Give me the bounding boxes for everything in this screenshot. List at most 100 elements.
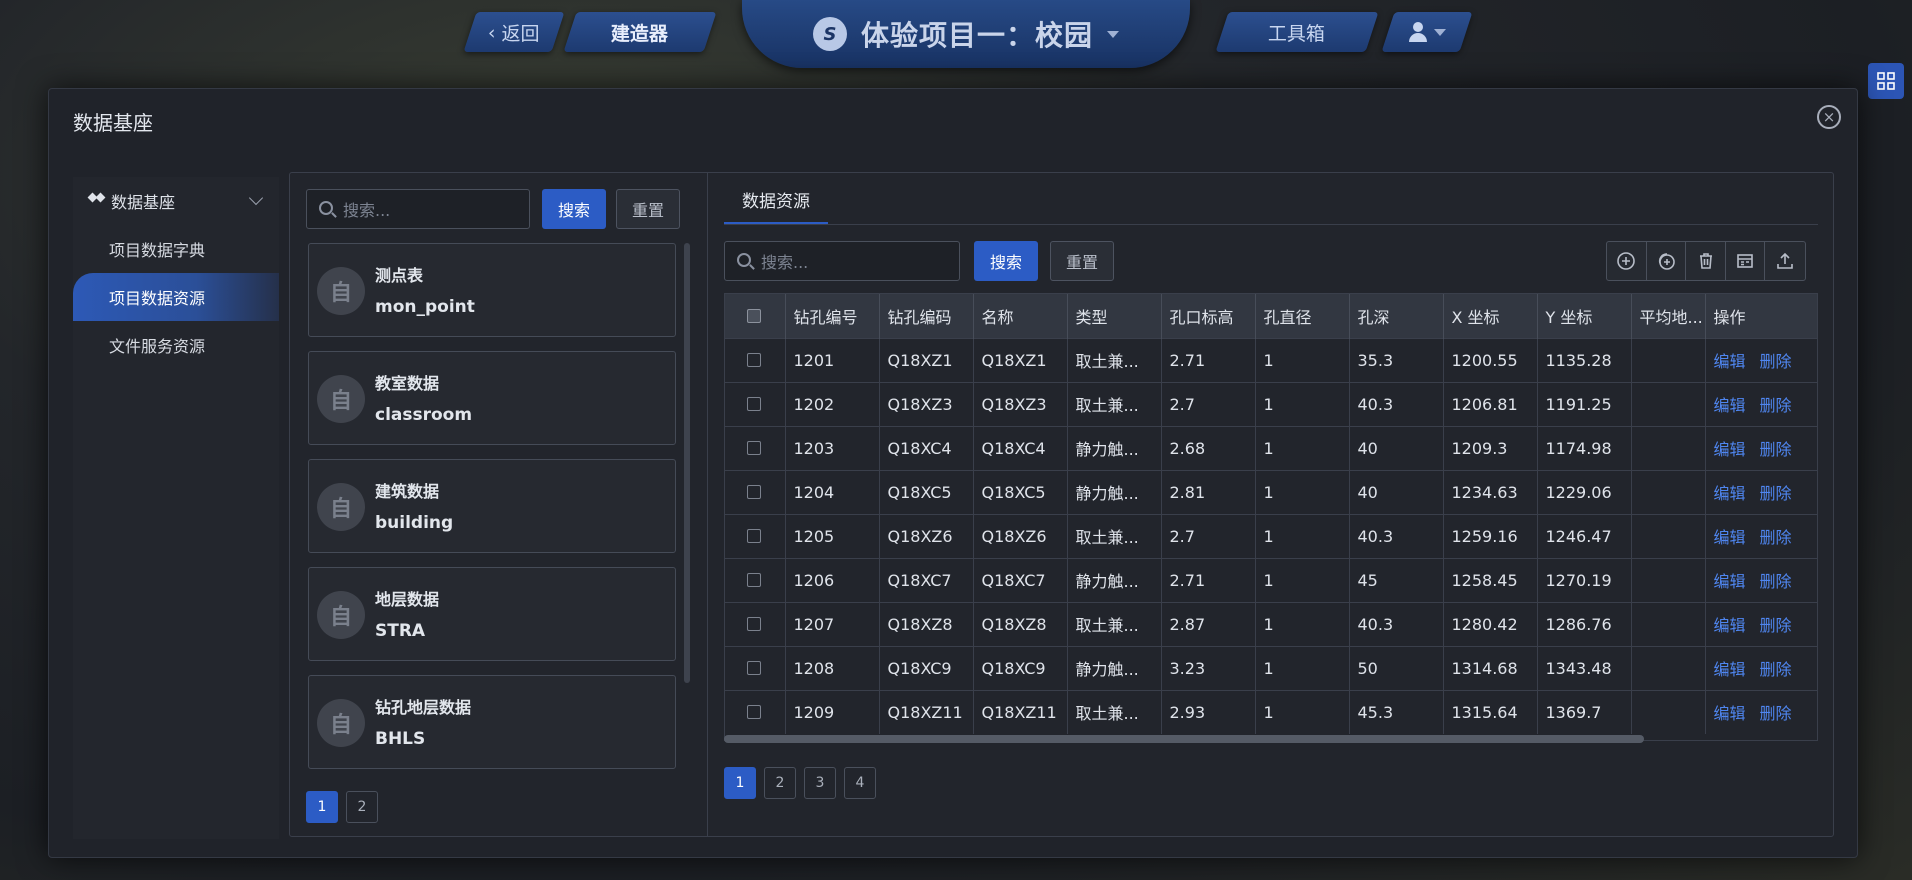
list-item[interactable]: 自 教室数据 classroom — [308, 351, 676, 445]
list-search-button[interactable]: 搜索 — [542, 189, 606, 229]
delete-link[interactable]: 删除 — [1760, 660, 1792, 679]
table-icon: 自 — [317, 267, 365, 315]
row-checkbox[interactable] — [747, 573, 761, 587]
edit-link[interactable]: 编辑 — [1714, 484, 1746, 503]
list-page-2[interactable]: 2 — [346, 791, 378, 823]
table-icon: 自 — [317, 699, 365, 747]
column-header[interactable]: Y 坐标 — [1537, 294, 1632, 338]
row-checkbox[interactable] — [747, 353, 761, 367]
row-select-cell[interactable] — [725, 557, 786, 602]
table-cell: 1191.25 — [1537, 381, 1632, 426]
row-select-cell[interactable] — [725, 337, 786, 382]
delete-link[interactable]: 删除 — [1760, 396, 1792, 415]
upload-button[interactable] — [1765, 242, 1805, 280]
table-cell: 1343.48 — [1537, 645, 1632, 690]
select-all-checkbox[interactable] — [747, 308, 761, 323]
list-item[interactable]: 自 地层数据 STRA — [308, 567, 676, 661]
layout-toggle-button[interactable] — [1868, 63, 1904, 99]
project-selector[interactable]: S 体验项目一：校园 — [742, 0, 1190, 68]
list-item[interactable]: 自 钻孔地层数据 BHLS — [308, 675, 676, 769]
sidebar-item-data-resources[interactable]: 项目数据资源 — [73, 273, 279, 321]
sidebar-item-data-dictionary[interactable]: 项目数据字典 — [73, 225, 279, 273]
toolbox-button[interactable]: 工具箱 — [1215, 12, 1379, 52]
edit-link[interactable]: 编辑 — [1714, 440, 1746, 459]
tab-data-resources[interactable]: 数据资源 — [724, 177, 828, 225]
edit-link[interactable]: 编辑 — [1714, 660, 1746, 679]
list-item[interactable]: 自 建筑数据 building — [308, 459, 676, 553]
data-search-button[interactable]: 搜索 — [974, 241, 1038, 281]
list-reset-button[interactable]: 重置 — [616, 189, 680, 229]
list-item[interactable]: 自 测点表 mon_point — [308, 243, 676, 337]
add-icon — [1617, 252, 1636, 270]
table-horizontal-scrollbar[interactable] — [724, 735, 1644, 743]
delete-link[interactable]: 删除 — [1760, 484, 1792, 503]
row-checkbox[interactable] — [747, 397, 761, 411]
table-cell: 1314.68 — [1443, 645, 1538, 690]
sidebar-group-data-base[interactable]: 数据基座 — [73, 177, 279, 225]
data-page-2[interactable]: 2 — [764, 767, 796, 799]
column-header[interactable]: X 坐标 — [1443, 294, 1538, 338]
row-select-cell[interactable] — [725, 601, 786, 646]
data-page-3[interactable]: 3 — [804, 767, 836, 799]
table-header-row: 钻孔编号 钻孔编码 名称 类型 孔口标高 孔直径 孔深 X 坐标 Y 坐标 平均… — [725, 294, 1817, 338]
table-cell: 1 — [1255, 381, 1350, 426]
edit-link[interactable]: 编辑 — [1714, 572, 1746, 591]
row-checkbox[interactable] — [747, 661, 761, 675]
table-cell: 1 — [1255, 337, 1350, 382]
list-search-input[interactable]: 搜索... — [306, 189, 530, 229]
column-header[interactable]: 钻孔编码 — [879, 294, 974, 338]
card-code: classroom — [375, 405, 473, 425]
row-select-cell[interactable] — [725, 469, 786, 514]
column-header[interactable]: 孔深 — [1349, 294, 1444, 338]
data-resource-panel: 数据资源 搜索... 搜索 重置 钻孔编号 钻孔编码 名称 类型 孔口标高 孔直… — [708, 173, 1833, 836]
back-button[interactable]: ‹ 返回 — [463, 12, 565, 52]
edit-link[interactable]: 编辑 — [1714, 396, 1746, 415]
row-select-cell[interactable] — [725, 689, 786, 734]
row-checkbox[interactable] — [747, 617, 761, 631]
table-cell: Q18XC9 — [879, 645, 974, 690]
column-header[interactable]: 钻孔编号 — [785, 294, 880, 338]
row-checkbox[interactable] — [747, 485, 761, 499]
add-button[interactable] — [1607, 242, 1647, 280]
row-select-cell[interactable] — [725, 645, 786, 690]
row-checkbox[interactable] — [747, 441, 761, 455]
builder-button[interactable]: 建造器 — [563, 12, 717, 52]
copy-add-button[interactable] — [1647, 242, 1687, 280]
user-menu-button[interactable] — [1381, 12, 1473, 52]
edit-link[interactable]: 编辑 — [1714, 528, 1746, 547]
delete-link[interactable]: 删除 — [1760, 440, 1792, 459]
delete-selected-button[interactable] — [1686, 242, 1726, 280]
list-page-1[interactable]: 1 — [306, 791, 338, 823]
column-header[interactable]: 平均地... — [1631, 294, 1706, 338]
data-reset-button[interactable]: 重置 — [1050, 241, 1114, 281]
edit-link[interactable]: 编辑 — [1714, 616, 1746, 635]
delete-link[interactable]: 删除 — [1760, 704, 1792, 723]
sidebar-item-file-service[interactable]: 文件服务资源 — [73, 321, 279, 369]
data-page-1[interactable]: 1 — [724, 767, 756, 799]
row-select-cell[interactable] — [725, 381, 786, 426]
delete-link[interactable]: 删除 — [1760, 572, 1792, 591]
list-scrollbar[interactable] — [684, 243, 690, 683]
table-cell: 1229.06 — [1537, 469, 1632, 514]
delete-link[interactable]: 删除 — [1760, 616, 1792, 635]
row-select-cell[interactable] — [725, 513, 786, 558]
close-icon[interactable]: × — [1817, 105, 1841, 129]
select-all-cell[interactable] — [725, 294, 786, 338]
row-select-cell[interactable] — [725, 425, 786, 470]
table-cell: 1202 — [785, 381, 880, 426]
delete-link[interactable]: 删除 — [1760, 528, 1792, 547]
column-header[interactable]: 孔直径 — [1255, 294, 1350, 338]
edit-link[interactable]: 编辑 — [1714, 704, 1746, 723]
row-checkbox[interactable] — [747, 529, 761, 543]
edit-link[interactable]: 编辑 — [1714, 352, 1746, 371]
column-header[interactable]: 名称 — [973, 294, 1068, 338]
row-checkbox[interactable] — [747, 705, 761, 720]
column-header[interactable]: 孔口标高 — [1161, 294, 1256, 338]
data-search-input[interactable]: 搜索... — [724, 241, 960, 281]
column-header[interactable]: 类型 — [1067, 294, 1162, 338]
form-button[interactable] — [1726, 242, 1766, 280]
data-page-4[interactable]: 4 — [844, 767, 876, 799]
delete-link[interactable]: 删除 — [1760, 352, 1792, 371]
table-cell: Q18XC5 — [973, 469, 1068, 514]
table-cell: 1209.3 — [1443, 425, 1538, 470]
